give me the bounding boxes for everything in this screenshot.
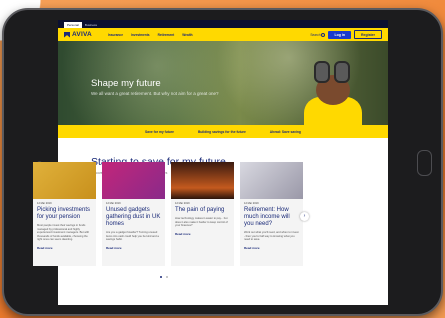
aviva-logo-mark-icon	[64, 31, 70, 38]
read-more-link[interactable]: Read more	[106, 246, 161, 250]
hero-banner: Shape my future We all want a great reti…	[58, 41, 388, 125]
tab-ahead-saving[interactable]: Ahead: Save saving	[270, 130, 301, 134]
nav-link-insurance[interactable]: Insurance	[108, 33, 123, 37]
read-more-link[interactable]: Read more	[37, 246, 92, 250]
read-more-link[interactable]: Read more	[175, 232, 230, 236]
card-text: How technology makes it easier to pay...…	[175, 217, 228, 228]
nav-link-wealth[interactable]: Wealth	[182, 33, 192, 37]
search-icon	[321, 32, 326, 37]
main-nav: AVIVA Insurance Investments Retirement W…	[58, 28, 388, 41]
bino-l	[314, 61, 330, 83]
carousel-dot[interactable]	[166, 276, 168, 278]
card-body: 12 Mar 2019 Unused gadgets gathering dus…	[102, 199, 165, 253]
card-date: 12 Mar 2019	[244, 202, 259, 205]
hero-title: Shape my future	[91, 78, 161, 89]
audience-switcher: Personal Business	[58, 20, 388, 28]
register-button[interactable]: Register	[353, 30, 382, 39]
search-button[interactable]: Search	[310, 32, 326, 37]
nav-links: Insurance Investments Retirement Wealth	[108, 33, 193, 37]
nav-link-investments[interactable]: Investments	[131, 33, 150, 37]
card-date: 12 Mar 2019	[37, 202, 52, 205]
article-card[interactable]: 12 Mar 2019 Picking investments for your…	[33, 162, 96, 266]
segment-business[interactable]: Business	[82, 22, 100, 28]
card-body: 12 Mar 2019 Retirement: How much income …	[240, 199, 303, 253]
carousel-dots	[160, 276, 168, 278]
hero-image-child-binoculars	[298, 61, 368, 125]
card-body: 12 Mar 2019 Picking investments for your…	[33, 199, 96, 253]
article-cards: 12 Mar 2019 Picking investments for your…	[33, 162, 303, 266]
card-body: 12 Mar 2019 The pain of paying How techn…	[171, 199, 234, 239]
segment-personal[interactable]: Personal	[64, 22, 82, 28]
card-image-retirement	[240, 162, 303, 199]
section-tabs: Save for my future Building savings for …	[58, 125, 388, 138]
carousel-dot[interactable]	[160, 276, 162, 278]
article-card[interactable]: 12 Mar 2019 Unused gadgets gathering dus…	[102, 162, 165, 266]
nav-link-retirement[interactable]: Retirement	[158, 33, 175, 37]
bino-r	[334, 61, 350, 83]
card-image-gadgets	[102, 162, 165, 199]
card-title: The pain of paying	[175, 207, 225, 213]
tab-building-savings[interactable]: Building savings for the future	[198, 130, 246, 134]
article-card[interactable]: 12 Mar 2019 Retirement: How much income …	[240, 162, 303, 266]
card-image-payment	[171, 162, 234, 199]
article-card[interactable]: 12 Mar 2019 The pain of paying How techn…	[171, 162, 234, 266]
card-text: Work out what you'll need, and when to i…	[244, 231, 299, 242]
search-label: Search	[310, 32, 321, 37]
card-title: Retirement: How much income will you nee…	[244, 207, 290, 227]
logo-text: AVIVA	[72, 31, 92, 38]
home-button[interactable]	[417, 150, 432, 176]
nav-actions: Search Log in Register	[310, 30, 382, 39]
read-more-link[interactable]: Read more	[244, 246, 299, 250]
aviva-logo[interactable]: AVIVA	[64, 31, 92, 38]
card-title: Picking investments for your pension	[37, 207, 91, 220]
binoculars-icon	[314, 61, 352, 85]
card-text: Are you a gadget hoarder? Turning unused…	[106, 231, 159, 242]
carousel-next-button[interactable]: ›	[300, 212, 309, 221]
card-date: 12 Mar 2019	[175, 202, 190, 205]
card-image-coins	[33, 162, 96, 199]
tab-save-for-future[interactable]: Save for my future	[145, 130, 174, 134]
card-text: Most people invest their savings in fund…	[37, 224, 90, 242]
login-button[interactable]: Log in	[328, 30, 351, 39]
card-date: 12 Mar 2019	[106, 202, 121, 205]
hero-subtitle: We all want a great retirement. But why …	[91, 91, 219, 96]
card-title: Unused gadgets gathering dust in UK home…	[106, 207, 161, 227]
